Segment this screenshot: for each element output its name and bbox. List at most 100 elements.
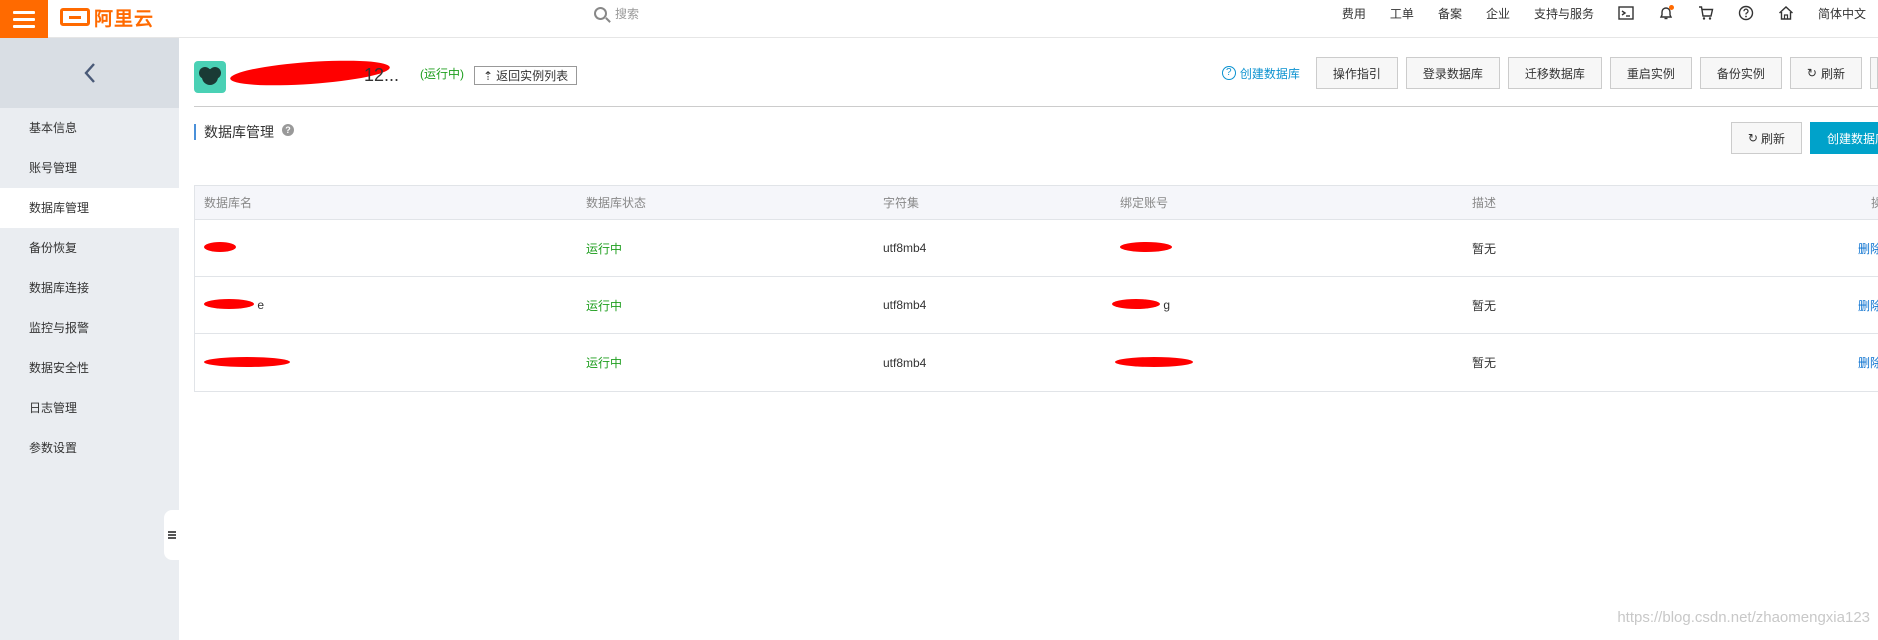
backup-instance-button[interactable]: 备份实例 — [1699, 57, 1782, 89]
nav-enterprise[interactable]: 企业 — [1474, 5, 1522, 22]
sidebar-item-connection[interactable]: 数据库连接 — [0, 268, 179, 308]
refresh-list-button[interactable]: ↻ 刷新 — [1730, 122, 1802, 154]
delete-link[interactable]: 删除 — [1858, 354, 1878, 371]
aliyun-logo-icon — [60, 8, 90, 26]
column-header-charset: 字符集 — [883, 196, 920, 210]
instance-status: (运行中) — [420, 67, 464, 81]
restart-instance-button[interactable]: 重启实例 — [1609, 57, 1692, 89]
redaction-mark — [1115, 356, 1193, 367]
nav-icp[interactable]: 备案 — [1426, 5, 1474, 22]
refresh-instance-button[interactable]: ↻ 刷新 — [1789, 57, 1862, 89]
bell-icon[interactable] — [1646, 0, 1686, 26]
column-header-description: 描述 — [1472, 196, 1497, 210]
redaction-mark — [1120, 242, 1172, 252]
table-row: 运行中 utf8mb4 暂无 删除 — [195, 334, 1878, 391]
search-box[interactable]: 搜索 — [594, 5, 639, 22]
login-db-button[interactable]: 登录数据库 — [1405, 57, 1500, 89]
db-name-cell: e — [204, 298, 264, 312]
sidebar-item-backup[interactable]: 备份恢复 — [0, 228, 179, 268]
create-database-button[interactable]: 创建数据库 — [1810, 122, 1878, 154]
section-title: 数据库管理 — [194, 124, 274, 140]
refresh-icon: ↻ — [1747, 131, 1758, 145]
sidebar-item-accounts[interactable]: 账号管理 — [0, 148, 179, 188]
delete-link[interactable]: 删除 — [1858, 297, 1878, 314]
back-to-list-label: 返回实例列表 — [496, 69, 569, 83]
redaction-mark — [204, 299, 254, 309]
nav-support[interactable]: 支持与服务 — [1522, 5, 1606, 22]
guide-button[interactable]: 操作指引 — [1315, 57, 1398, 89]
redaction-mark — [204, 242, 236, 252]
migrate-db-button[interactable]: 迁移数据库 — [1507, 57, 1602, 89]
nav-tickets[interactable]: 工单 — [1378, 5, 1426, 22]
column-header-actions: 操 — [1870, 196, 1878, 210]
back-to-list-button[interactable]: ⇡ 返回实例列表 — [474, 66, 578, 85]
charset-cell: utf8mb4 — [883, 241, 927, 255]
notification-dot — [1668, 5, 1674, 10]
db-name-cell — [204, 356, 290, 370]
logo-text: 阿里云 — [94, 8, 155, 30]
column-header-account: 绑定账号 — [1120, 196, 1169, 210]
sidebar: 基本信息 账号管理 数据库管理 备份恢复 数据库连接 监控与报警 数据安全性 日… — [0, 38, 179, 640]
more-button[interactable] — [1870, 57, 1878, 89]
section-actions: ↻ 刷新 创建数据库 — [1730, 122, 1878, 154]
top-bar: 阿里云 搜索 费用 工单 备案 企业 支持与服务 简体中文 — [0, 0, 1878, 38]
table-header: 数据库名 数据库状态 字符集 绑定账号 描述 操 — [195, 186, 1878, 220]
description-cell: 暂无 — [1472, 298, 1497, 313]
refresh-icon: ↻ — [1806, 66, 1817, 80]
sidebar-collapse-icon[interactable] — [164, 510, 179, 560]
menu-icon[interactable] — [0, 0, 48, 38]
account-cell — [1120, 241, 1172, 255]
refresh-list-label: 刷新 — [1760, 131, 1785, 146]
description-cell: 暂无 — [1472, 241, 1497, 256]
sidebar-item-security[interactable]: 数据安全性 — [0, 348, 179, 388]
database-table: 数据库名 数据库状态 字符集 绑定账号 描述 操 运行中 utf8mb4 暂无 … — [194, 185, 1878, 392]
account-cell — [1115, 356, 1193, 370]
sidebar-item-monitoring[interactable]: 监控与报警 — [0, 308, 179, 348]
nav-billing[interactable]: 费用 — [1330, 5, 1378, 22]
db-name-cell — [204, 241, 236, 255]
redaction-mark — [204, 356, 290, 367]
column-header-name: 数据库名 — [204, 196, 253, 210]
sidebar-item-parameters[interactable]: 参数设置 — [0, 428, 179, 468]
table-row: 运行中 utf8mb4 暂无 删除 — [195, 220, 1878, 277]
question-icon[interactable]: ? — [282, 124, 294, 136]
db-status-cell: 运行中 — [586, 241, 623, 256]
charset-cell: utf8mb4 — [883, 298, 927, 312]
account-tail: g — [1163, 298, 1171, 312]
home-icon[interactable] — [1766, 0, 1806, 26]
upload-arrow-icon: ⇡ — [483, 68, 494, 83]
search-icon[interactable] — [594, 7, 607, 20]
db-status-cell: 运行中 — [586, 356, 623, 370]
language-switch[interactable]: 简体中文 — [1806, 5, 1878, 22]
help-link-label: 创建数据库 — [1239, 66, 1300, 81]
instance-header: 12... (运行中) ⇡ 返回实例列表 ? 创建数据库 操作指引 登录数据库 … — [194, 56, 1878, 107]
help-icon[interactable] — [1726, 0, 1766, 26]
column-header-status: 数据库状态 — [586, 196, 647, 210]
charset-cell: utf8mb4 — [883, 355, 927, 370]
sidebar-item-databases[interactable]: 数据库管理 — [0, 188, 179, 228]
refresh-label: 刷新 — [1820, 66, 1845, 81]
account-cell: g — [1112, 298, 1170, 312]
redaction-mark — [1112, 299, 1160, 309]
top-nav: 费用 工单 备案 企业 支持与服务 简体中文 — [1330, 0, 1878, 26]
terminal-icon[interactable] — [1606, 0, 1646, 26]
search-placeholder[interactable]: 搜索 — [615, 5, 639, 22]
create-db-help-link[interactable]: ? 创建数据库 — [1221, 65, 1300, 82]
aliyun-logo[interactable]: 阿里云 — [60, 4, 154, 30]
db-name-tail: e — [257, 298, 265, 312]
sidebar-menu: 基本信息 账号管理 数据库管理 备份恢复 数据库连接 监控与报警 数据安全性 日… — [0, 108, 179, 468]
db-status-cell: 运行中 — [586, 298, 623, 313]
table-row: e 运行中 utf8mb4 g 暂无 删除 — [195, 277, 1878, 334]
back-button[interactable] — [0, 38, 179, 108]
watermark: https://blog.csdn.net/zhaomengxia123 — [1617, 609, 1870, 626]
instance-actions: ? 创建数据库 操作指引 登录数据库 迁移数据库 重启实例 备份实例 ↻ 刷新 — [1221, 57, 1878, 89]
sidebar-item-logs[interactable]: 日志管理 — [0, 388, 179, 428]
sidebar-item-basic-info[interactable]: 基本信息 — [0, 108, 179, 148]
chevron-left-icon — [83, 63, 95, 83]
instance-name: 12... — [364, 65, 400, 85]
cart-icon[interactable] — [1686, 0, 1726, 26]
instance-avatar-icon — [194, 61, 226, 93]
question-icon: ? — [1221, 66, 1236, 80]
description-cell: 暂无 — [1472, 356, 1497, 370]
delete-link[interactable]: 删除 — [1858, 240, 1878, 257]
